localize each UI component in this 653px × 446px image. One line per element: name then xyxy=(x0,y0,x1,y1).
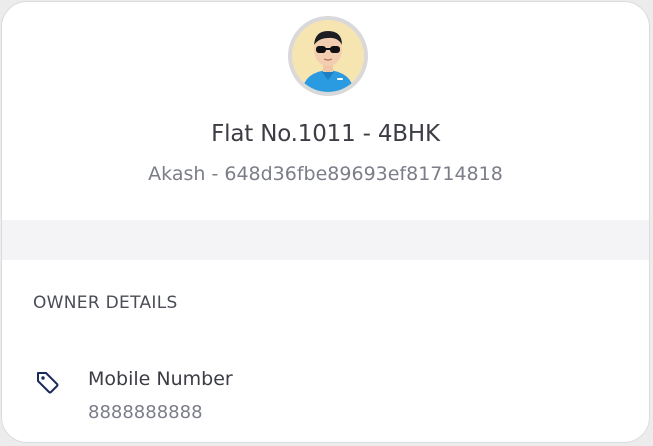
flat-details-card: Flat No.1011 - 4BHK Akash - 648d36fbe896… xyxy=(1,1,650,443)
owner-id-subtitle: Akash - 648d36fbe89693ef81714818 xyxy=(148,163,503,185)
flat-title: Flat No.1011 - 4BHK xyxy=(211,121,440,147)
mobile-number-label: Mobile Number xyxy=(88,368,233,390)
avatar xyxy=(288,16,368,96)
avatar-image xyxy=(292,20,364,92)
mobile-number-row: Mobile Number 8888888888 xyxy=(34,366,614,428)
section-divider xyxy=(2,220,649,260)
owner-details-header: OWNER DETAILS xyxy=(33,293,178,313)
profile-section: Flat No.1011 - 4BHK Akash - 648d36fbe896… xyxy=(2,2,649,220)
tag-icon xyxy=(34,369,60,395)
mobile-number-value: 8888888888 xyxy=(88,402,203,423)
avatar-illustration xyxy=(302,31,354,92)
